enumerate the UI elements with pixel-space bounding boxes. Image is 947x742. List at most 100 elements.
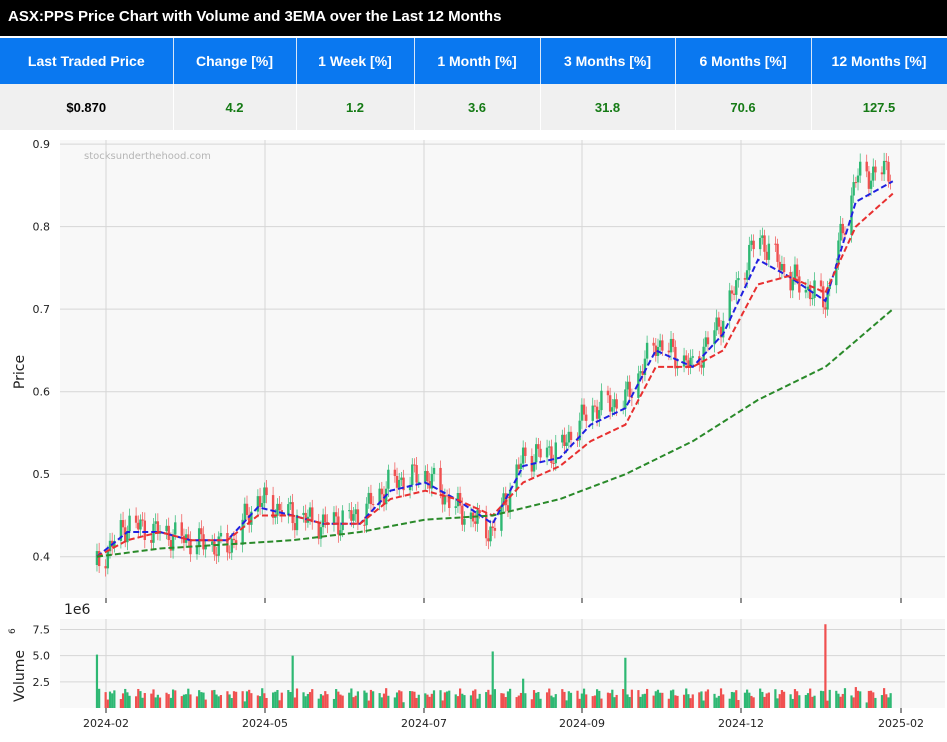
price-tick-label: 0.9 [33,138,51,151]
candle-body [398,479,401,488]
candle-body [387,469,390,489]
candle-body [478,510,481,514]
volume-bar [250,693,253,708]
x-tick-label: 2024-02 [83,717,129,730]
candle-body [730,290,734,294]
candle-body [143,520,147,540]
volume-bar [445,691,449,708]
candle-body [715,317,718,331]
stats-header-row: Last Traded Price Change [%] 1 Week [%] … [0,38,947,84]
volume-bar [308,692,312,708]
volume-bar [763,696,766,708]
price-tick-label: 0.5 [33,468,51,481]
volume-bar [432,690,436,708]
volume-bar [278,700,281,708]
candle-body [819,280,823,287]
volume-bar [793,689,797,708]
volume-bar [215,694,218,708]
candle-body [548,446,551,448]
volume-bar [271,692,275,708]
volume-bar [813,695,816,708]
volume-bar [322,695,325,708]
volume-bar [171,689,175,708]
volume-bar [204,699,207,708]
candle-body [508,490,512,511]
volume-bar [822,691,825,708]
stat-header-1-week: 1 Week [%] [296,38,415,84]
volume-bar [702,700,705,708]
candle-body [774,243,777,245]
volume-bar [728,698,731,708]
volume-bar [883,688,886,708]
volume-bar [715,697,718,708]
volume-bar [835,690,838,708]
volume-bar [367,700,370,708]
volume-bar [859,691,862,708]
volume-bar [95,654,99,708]
x-tick-label: 2024-09 [559,717,605,730]
volume-bar [865,702,868,708]
candle-body [121,520,125,528]
volume-bar [230,698,233,708]
volume-bar [415,697,418,708]
volume-bar [108,691,112,708]
stat-value-1-month: 3.6 [414,84,541,130]
volume-bar [539,698,542,708]
candle-body [165,525,168,532]
candle-body [778,261,781,271]
stats-value-row: $0.870 4.2 1.2 3.6 31.8 70.6 127.5 [0,84,947,130]
candle-body [243,503,247,520]
candle-body [95,551,99,565]
candle-body [763,235,766,252]
volume-bar [500,693,503,708]
candle-body [134,515,138,523]
volume-bar [104,692,107,708]
candle-body [667,350,671,353]
candle-body [484,513,488,539]
volume-bar [698,692,701,708]
candle-body [765,251,768,260]
candle-body [613,399,616,408]
volume-bar [243,701,246,708]
volume-bar [248,689,251,708]
candle-body [174,522,177,535]
candle-body [302,512,305,515]
candle-body [395,475,399,488]
candle-body [197,528,201,547]
volume-bar [319,694,323,708]
volume-bar [798,695,801,708]
volume-bar [713,693,716,708]
volume-bar [824,624,827,708]
price-axis-label: Price [12,355,28,389]
stat-header-3-months: 3 Months [%] [540,38,676,84]
volume-bar [202,692,205,708]
volume-bar [867,690,870,708]
volume-bar [850,695,853,708]
volume-bar [458,688,462,708]
volume-bar [828,689,831,708]
volume-bar [417,694,420,708]
candle-body [585,414,588,421]
volume-bar [485,692,488,708]
volume-bar [843,688,847,708]
volume-bar [585,694,588,708]
candle-body [180,522,183,536]
volume-bar [189,694,192,708]
volume-bar [804,695,807,708]
volume-bar [489,694,492,708]
candle-body [685,355,688,361]
volume-bar [674,695,677,708]
volume-bar [643,693,647,708]
volume-bar [200,692,203,708]
volume-bar [263,693,266,708]
candle-body [463,519,466,525]
stat-value-3-months: 31.8 [540,84,676,130]
candle-body [841,223,845,234]
candle-body [856,175,860,183]
volume-bar [687,694,690,708]
volume-bar [198,690,201,708]
volume-bar [889,693,892,708]
volume-bar [291,655,294,708]
volume-bar [869,690,873,708]
volume-bar [509,688,512,708]
